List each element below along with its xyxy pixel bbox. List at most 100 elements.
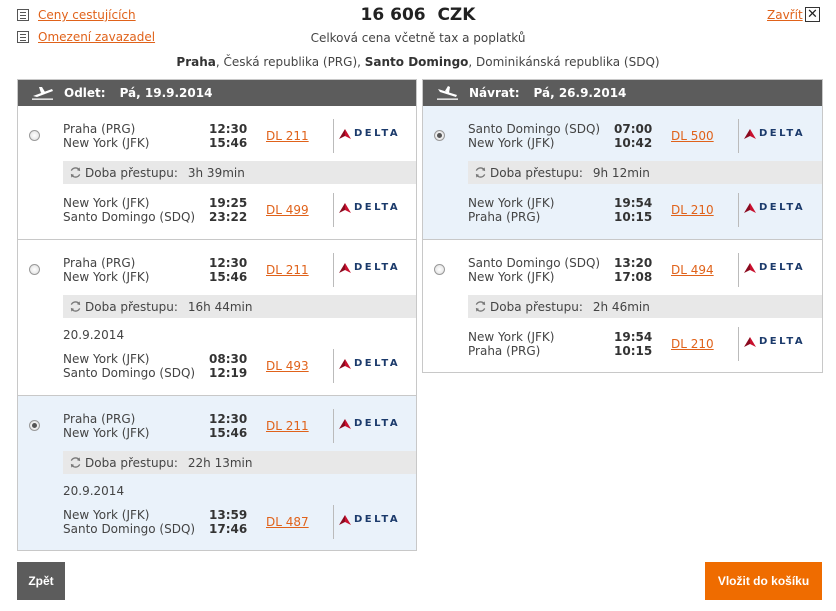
transfer-duration: 16h 44min — [187, 299, 253, 314]
segment-departure-time: 07:00 — [614, 122, 653, 136]
airline-name: DELTA — [354, 262, 401, 273]
segment-from: New York (JFK) — [468, 196, 555, 210]
segment-arrival-time: 10:15 — [614, 344, 653, 358]
close-icon[interactable]: ✕ — [805, 7, 820, 22]
flight-option[interactable]: Santo Domingo (SDQ) New York (JFK) 13:20 17… — [423, 240, 822, 372]
divider — [738, 327, 739, 361]
flight-option[interactable]: Praha (PRG) New York (JFK) 12:30 15:46 DL 21… — [18, 396, 416, 550]
segment-times: 07:00 10:42 — [614, 122, 652, 150]
divider — [333, 119, 334, 153]
segment-departure-time: 13:20 — [614, 256, 653, 270]
delta-widget-icon — [339, 514, 351, 525]
flight-number-link[interactable]: DL 211 — [266, 419, 309, 433]
divider — [738, 253, 739, 287]
airline-logo: DELTA — [339, 128, 400, 139]
option-radio[interactable] — [29, 264, 40, 275]
price-amount: 16 606 — [360, 5, 426, 25]
airline-logo: DELTA — [744, 336, 805, 347]
segment-arrival-time: 10:15 — [614, 210, 653, 224]
departure-plane-icon — [32, 87, 53, 100]
airline-logo: DELTA — [339, 358, 400, 369]
delta-widget-icon — [744, 128, 756, 139]
transfer-info: Doba přestupu: 3h 39min — [63, 161, 416, 184]
segment-cities: New York (JFK) Praha (PRG) — [468, 330, 554, 358]
flight-option[interactable]: Praha (PRG) New York (JFK) 12:30 15:46 DL 21… — [18, 240, 416, 396]
route-summary: Praha, Česká republika (PRG), Santo Domi… — [0, 55, 836, 69]
outbound-header: Odlet: Pá, 19.9.2014 — [18, 80, 416, 106]
transfer-duration: 22h 13min — [187, 455, 253, 470]
delta-widget-icon — [744, 336, 756, 347]
segment-times: 13:20 17:08 — [614, 256, 652, 284]
transfer-label: Doba přestupu: — [85, 455, 178, 470]
return-column: Návrat: Pá, 26.9.2014 Santo Domingo (SDQ… — [422, 79, 823, 373]
airline-logo: DELTA — [339, 262, 400, 273]
outbound-label: Odlet: — [64, 86, 106, 100]
segment-to: New York (JFK) — [468, 270, 555, 284]
route-origin-rest: , Česká republika (PRG), — [215, 55, 365, 69]
add-to-cart-button[interactable]: Vložit do košíku — [705, 562, 822, 600]
delta-widget-icon — [744, 262, 756, 273]
flight-option[interactable]: Praha (PRG) New York (JFK) 12:30 15:46 DL 21… — [18, 106, 416, 240]
total-price: 16 606 CZK — [0, 5, 836, 25]
transfer-label: Doba přestupu: — [490, 299, 583, 314]
segment-from: New York (JFK) — [63, 508, 150, 522]
airline-logo: DELTA — [744, 202, 805, 213]
flight-number-link[interactable]: DL 494 — [671, 263, 714, 277]
segment-to: New York (JFK) — [63, 136, 150, 150]
segment-to: Praha (PRG) — [468, 344, 541, 358]
flight-option[interactable]: Santo Domingo (SDQ) New York (JFK) 07:00 10… — [423, 106, 822, 240]
segment-cities: Santo Domingo (SDQ) New York (JFK) — [468, 122, 600, 150]
flight-number-link[interactable]: DL 211 — [266, 263, 309, 277]
segment-times: 19:54 10:15 — [614, 196, 652, 224]
airline-name: DELTA — [759, 336, 806, 347]
option-radio[interactable] — [434, 130, 445, 141]
flight-number-link[interactable]: DL 211 — [266, 129, 309, 143]
route-origin-city: Praha — [176, 55, 216, 69]
airline-logo: DELTA — [744, 128, 805, 139]
segment-departure-time: 12:30 — [209, 412, 248, 426]
segment-cities: New York (JFK) Santo Domingo (SDQ) — [63, 196, 195, 224]
flight-number-link[interactable]: DL 500 — [671, 129, 714, 143]
segment-times: 08:30 12:19 — [209, 352, 247, 380]
outbound-column: Odlet: Pá, 19.9.2014 Praha (PRG) New York… — [17, 79, 417, 551]
flight-segment: New York (JFK) Santo Domingo (SDQ) 13:59 17… — [63, 505, 416, 542]
option-radio[interactable] — [434, 264, 445, 275]
flight-segment: Santo Domingo (SDQ) New York (JFK) 07:00 10… — [468, 119, 822, 156]
segment-cities: New York (JFK) Praha (PRG) — [468, 196, 554, 224]
segment-arrival-time: 15:46 — [209, 136, 248, 150]
transfer-label: Doba přestupu: — [85, 165, 178, 180]
flight-number-link[interactable]: DL 210 — [671, 203, 714, 217]
segment-from: New York (JFK) — [63, 352, 150, 366]
segment-cities: Praha (PRG) New York (JFK) — [63, 412, 149, 440]
transfer-refresh-icon — [70, 167, 81, 178]
segment-from: Praha (PRG) — [63, 122, 136, 136]
close-link[interactable]: Zavřít — [767, 8, 803, 22]
divider — [333, 193, 334, 227]
flight-number-link[interactable]: DL 487 — [266, 515, 309, 529]
airline-logo: DELTA — [339, 202, 400, 213]
segment-to: Praha (PRG) — [468, 210, 541, 224]
segment-to: Santo Domingo (SDQ) — [63, 366, 196, 380]
segment-arrival-time: 17:46 — [209, 522, 248, 536]
segment-times: 12:30 15:46 — [209, 256, 247, 284]
flight-segment: New York (JFK) Praha (PRG) 19:54 10:15 DL 21… — [468, 193, 822, 230]
delta-widget-icon — [339, 128, 351, 139]
segment-from: Santo Domingo (SDQ) — [468, 256, 601, 270]
transfer-label: Doba přestupu: — [490, 165, 583, 180]
delta-widget-icon — [339, 358, 351, 369]
segment-cities: Praha (PRG) New York (JFK) — [63, 256, 149, 284]
flight-number-link[interactable]: DL 499 — [266, 203, 309, 217]
segment-to: Santo Domingo (SDQ) — [63, 522, 196, 536]
divider — [333, 253, 334, 287]
flight-number-link[interactable]: DL 210 — [671, 337, 714, 351]
back-button[interactable]: Zpět — [17, 562, 65, 600]
airline-name: DELTA — [759, 262, 806, 273]
option-radio[interactable] — [29, 420, 40, 431]
flight-number-link[interactable]: DL 493 — [266, 359, 309, 373]
transfer-info: Doba přestupu: 16h 44min — [63, 295, 416, 318]
option-radio[interactable] — [29, 130, 40, 141]
divider — [333, 409, 334, 443]
flight-segment: Praha (PRG) New York (JFK) 12:30 15:46 DL 21… — [63, 119, 416, 156]
segment-from: Santo Domingo (SDQ) — [468, 122, 601, 136]
airline-name: DELTA — [354, 418, 401, 429]
